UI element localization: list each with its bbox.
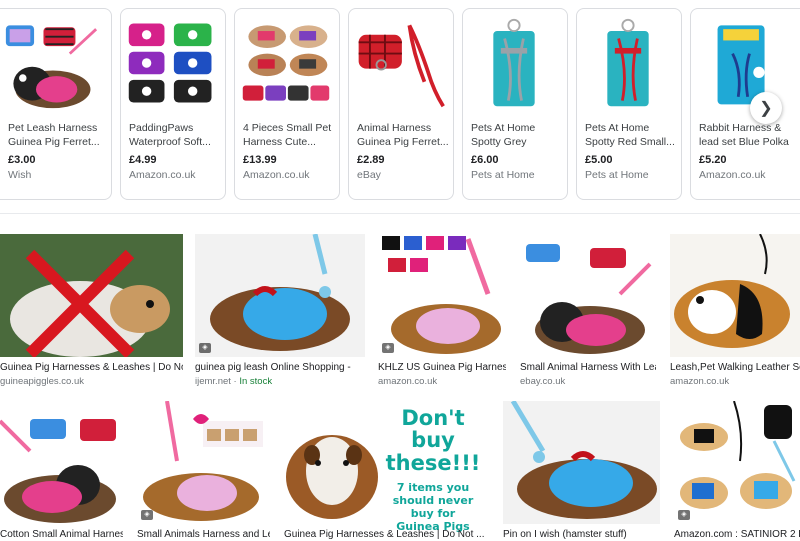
result-image [195, 234, 365, 357]
shopping-carousel: Pet Leash Harness Guinea Pig Ferret... £… [0, 8, 800, 203]
product-image [493, 18, 535, 107]
product-seller: Pets at Home [585, 169, 649, 181]
image-result[interactable]: ◈ Amazon.com : SATINIOR 2 Pi... [674, 401, 800, 540]
result-source: amazon.co.uk [378, 376, 438, 387]
result-image [520, 234, 656, 357]
dont-buy-text: Don't buy these!!! 7 items you should ne… [380, 407, 486, 533]
result-source: guineapiggles.co.uk [0, 376, 84, 387]
product-title: Pets At Home Spotty Red Small... [585, 122, 675, 148]
stock-status: In stock [239, 376, 273, 387]
result-source: amazon.co.uk [670, 376, 730, 387]
chevron-right-icon: ❯ [759, 100, 773, 117]
product-badge-icon: ◈ [678, 510, 690, 520]
result-image [503, 401, 660, 524]
result-caption: Pin on I wish (hamster stuff) [503, 529, 627, 540]
result-image [137, 401, 270, 524]
dont-buy-line: buy for [410, 507, 456, 520]
product-title: Animal Harness Guinea Pig Ferret... [357, 122, 449, 148]
dont-buy-line: 7 items you [396, 481, 470, 494]
result-image [674, 401, 800, 524]
product-image [5, 25, 98, 109]
product-card[interactable]: 4 Pieces Small Pet Harness Cute... £13.9… [234, 8, 340, 200]
dont-buy-line: should never [392, 494, 474, 507]
product-badge-icon: ◈ [382, 343, 394, 353]
result-image [0, 234, 183, 357]
image-result[interactable]: ◈ guinea pig leash Online Shopping - ije… [195, 234, 365, 389]
product-card[interactable]: Rabbit Harness & lead set Blue Polka £5.… [690, 8, 800, 200]
section-divider [0, 213, 800, 214]
product-title: Pets At Home Spotty Grey Small... [471, 122, 536, 148]
product-card[interactable]: Pets At Home Spotty Red Small... £5.00 P… [576, 8, 682, 200]
dont-buy-line: Don't buy [401, 406, 465, 452]
image-result[interactable]: Don't buy these!!! 7 items you should ne… [284, 401, 490, 540]
carousel-next-button[interactable]: ❯ [750, 92, 782, 124]
product-price: £2.89 [357, 154, 385, 166]
result-source-site: ijemr.net [195, 376, 231, 387]
result-caption: Guinea Pig Harnesses & Leashes | Do Not … [0, 362, 183, 373]
product-title: PaddingPaws Waterproof Soft... [129, 122, 211, 148]
result-source: ijemr.net · In stock [195, 376, 365, 388]
product-title: Rabbit Harness & lead set Blue Polka [699, 122, 789, 148]
result-source: ebay.co.uk [520, 376, 566, 387]
result-caption: Small Animal Harness With Leas... [520, 362, 656, 373]
image-result[interactable]: ◈ Small Animals Harness and Lea... [137, 401, 270, 540]
product-badge-icon: ◈ [199, 343, 211, 353]
image-result[interactable]: Small Animal Harness With Leas... ebay.c… [520, 234, 656, 389]
product-seller: Amazon.co.uk [129, 169, 196, 181]
product-image [358, 24, 445, 108]
product-image [242, 25, 330, 101]
result-image [670, 234, 800, 357]
result-caption: KHLZ US Guinea Pig Harness ... [378, 362, 506, 373]
product-card[interactable]: PaddingPaws Waterproof Soft... £4.99 Ama… [120, 8, 226, 200]
result-caption: Small Animals Harness and Lea... [137, 529, 270, 540]
result-caption: Leash,Pet Walking Leather Sof... [670, 362, 800, 373]
image-result[interactable]: Cotton Small Animal Harness Lea... [0, 401, 123, 540]
product-seller: Wish [8, 169, 32, 181]
dont-buy-line: these!!! [385, 451, 481, 475]
result-caption: Cotton Small Animal Harness Lea... [0, 529, 123, 540]
product-seller: Amazon.co.uk [243, 169, 310, 181]
product-price: £5.00 [585, 154, 613, 166]
image-result[interactable]: Leash,Pet Walking Leather Sof... amazon.… [670, 234, 800, 389]
product-price: £4.99 [129, 154, 157, 166]
product-price: £13.99 [243, 154, 277, 166]
product-price: £6.00 [471, 154, 499, 166]
product-seller: eBay [357, 169, 381, 181]
result-image [0, 401, 123, 524]
product-image [607, 18, 649, 107]
image-result[interactable]: Pin on I wish (hamster stuff) [503, 401, 660, 540]
product-price: £3.00 [8, 154, 36, 166]
image-result[interactable]: ◈ KHLZ US Guinea Pig Harness ... amazon.… [378, 234, 506, 389]
product-price: £5.20 [699, 154, 727, 166]
product-title: 4 Pieces Small Pet Harness Cute... [243, 122, 332, 148]
product-image [128, 23, 212, 103]
product-card[interactable]: Pets At Home Spotty Grey Small... £6.00 … [462, 8, 568, 200]
result-caption: guinea pig leash Online Shopping - [195, 362, 351, 373]
result-caption: Amazon.com : SATINIOR 2 Pi... [674, 529, 800, 540]
result-image [378, 234, 506, 357]
product-title: Pet Leash Harness Guinea Pig Ferret... [8, 122, 100, 148]
product-seller: Amazon.co.uk [699, 169, 766, 181]
result-caption: Guinea Pig Harnesses & Leashes | Do Not … [284, 529, 485, 540]
product-badge-icon: ◈ [141, 510, 153, 520]
product-card[interactable]: Pet Leash Harness Guinea Pig Ferret... £… [0, 8, 112, 200]
product-seller: Pets at Home [471, 169, 535, 181]
product-card[interactable]: Animal Harness Guinea Pig Ferret... £2.8… [348, 8, 454, 200]
image-result[interactable]: Guinea Pig Harnesses & Leashes | Do Not … [0, 234, 183, 389]
